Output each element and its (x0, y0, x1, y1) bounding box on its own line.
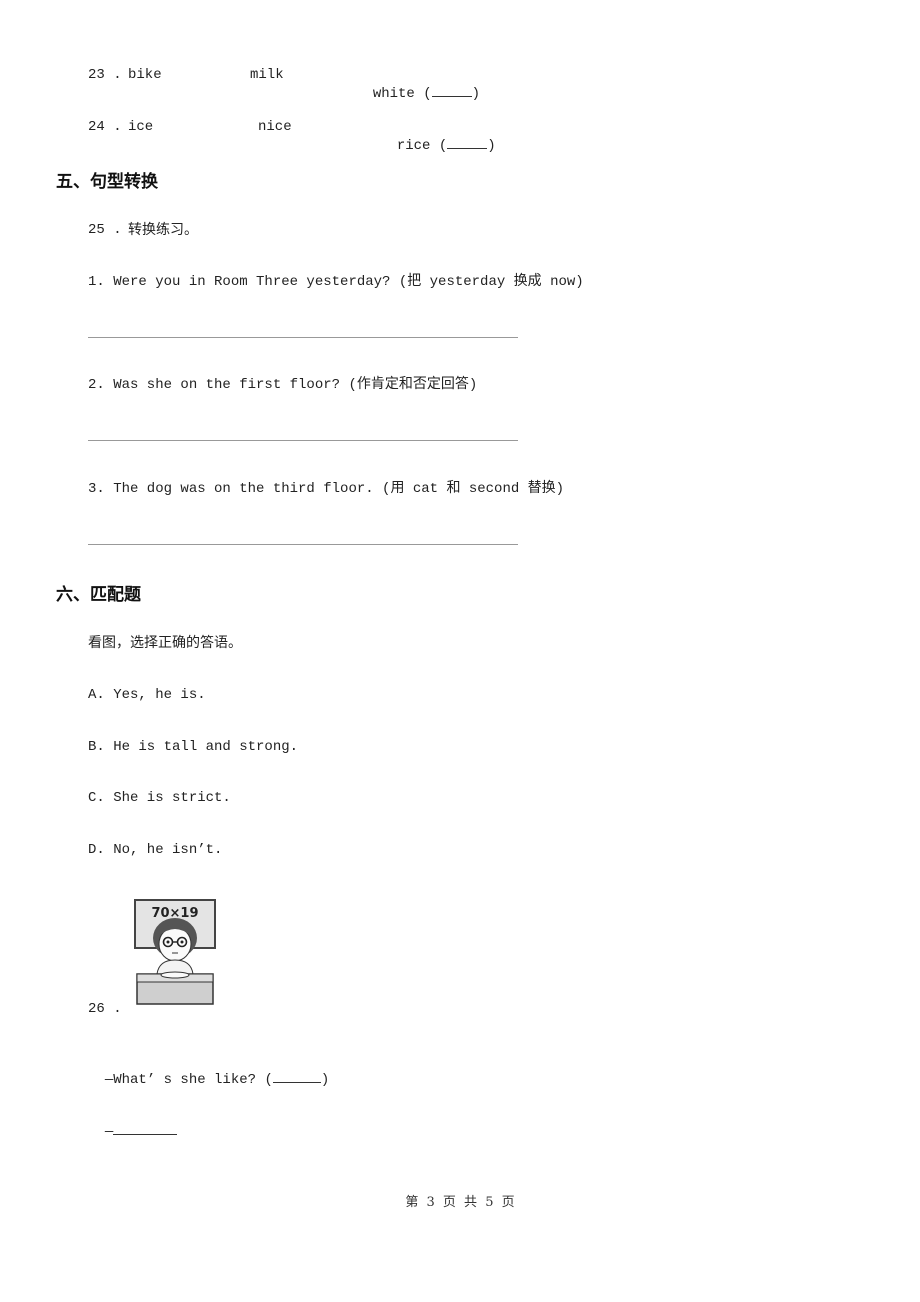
q24-number: 24 . (88, 119, 122, 135)
answer-line-3[interactable] (88, 544, 518, 545)
q26-number: 26 . (88, 1001, 122, 1017)
q24-word-3: rice ( (396, 138, 448, 154)
answer-line-2[interactable] (88, 440, 518, 441)
q23-word-1: bike (128, 67, 162, 83)
q23-word-3-answer: white () (356, 66, 480, 103)
q23-word-3: white ( (372, 86, 432, 102)
answer-line-1[interactable] (88, 337, 518, 338)
q25-sub-1: 1. Were you in Room Three yesterday? (把 … (88, 274, 584, 290)
q26-response: — (88, 1104, 178, 1141)
q25-text: 转换练习。 (128, 222, 198, 238)
hands (160, 971, 190, 979)
q26-question-text: —What’ s she like? ( (104, 1072, 273, 1088)
section-6-instruction: 看图，选择正确的答语。 (88, 635, 242, 651)
q23-number: 23 . (88, 67, 122, 83)
q25-number: 25 . (88, 222, 122, 238)
option-b: B. He is tall and strong. (88, 739, 299, 755)
q24-word-2: nice (258, 119, 292, 135)
q26-question: —What’ s she like? () (88, 1052, 329, 1089)
option-a: A. Yes, he is. (88, 687, 206, 703)
q25-sub-2: 2. Was she on the first floor? (作肯定和否定回答… (88, 377, 478, 393)
q26-response-dash: — (104, 1124, 114, 1140)
q26-paren-close: ) (320, 1072, 330, 1088)
q23-word-2: milk (250, 67, 284, 83)
teacher-at-board-image: 70×19 (134, 899, 216, 1005)
option-d: D. No, he isn’t. (88, 842, 223, 858)
q24-paren-close: ) (487, 138, 496, 154)
q26-response-blank[interactable] (113, 1122, 178, 1135)
section-5-heading: 五、句型转换 (56, 172, 158, 192)
q25-sub-3: 3. The dog was on the third floor. (用 ca… (88, 481, 565, 497)
q24-word-3-answer: rice () (380, 118, 496, 155)
q24-answer-blank[interactable] (447, 136, 488, 149)
q26-answer-blank[interactable] (272, 1070, 321, 1083)
q23-answer-blank[interactable] (431, 84, 472, 97)
section-6-heading: 六、匹配题 (56, 585, 141, 605)
q23-paren-close: ) (471, 86, 481, 102)
page-footer: 第 3 页 共 5 页 (405, 1195, 515, 1210)
option-c: C. She is strict. (88, 790, 231, 806)
q24-word-1: ice (128, 119, 154, 135)
